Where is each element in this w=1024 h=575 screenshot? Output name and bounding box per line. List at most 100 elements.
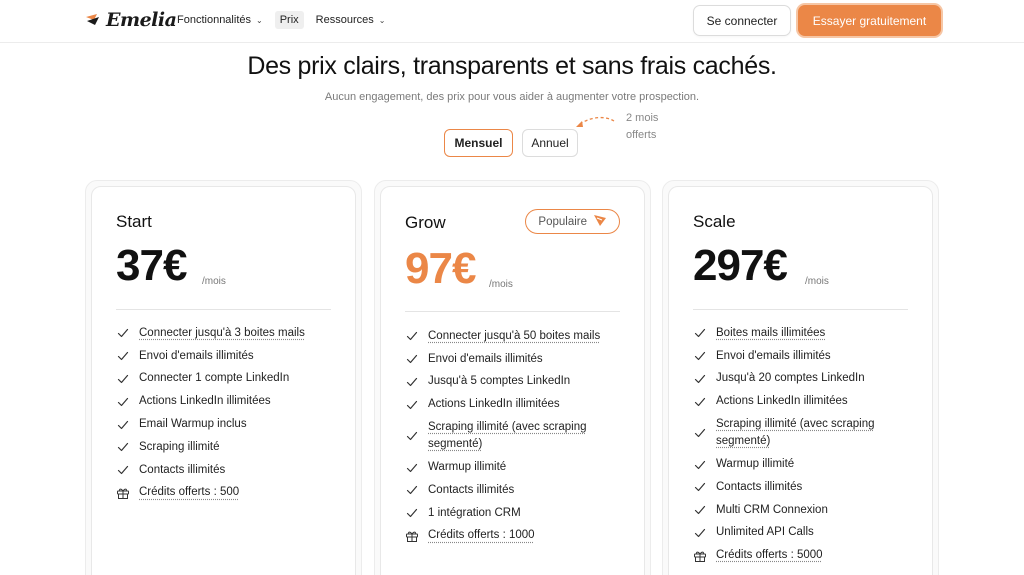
feature-text: Actions LinkedIn illimitées <box>428 396 560 413</box>
feature-item: Actions LinkedIn illimitées <box>405 393 624 416</box>
feature-item: Actions LinkedIn illimitées <box>693 390 912 413</box>
check-icon <box>693 326 707 340</box>
plan-period: /mois <box>489 279 513 290</box>
feature-text: Unlimited API Calls <box>716 524 814 541</box>
feature-item: Actions LinkedIn illimitées <box>116 390 335 413</box>
nav-link-label: Ressources <box>316 14 374 26</box>
feature-text: 1 intégration CRM <box>428 505 521 522</box>
feature-item: Crédits offerts : 5000 <box>693 544 912 567</box>
popular-badge-label: Populaire <box>538 216 587 228</box>
plan-card-inner: Start 37€ /mois Connecter jusqu'à 3 boites … <box>91 186 356 575</box>
page-subtitle: Aucun engagement, des prix pour vous aid… <box>0 91 1024 103</box>
chevron-down-icon: ⌄ <box>256 16 263 25</box>
feature-item: Email Warmup inclus <box>116 413 335 436</box>
feature-text: Warmup illimité <box>716 456 794 473</box>
feature-text: Scraping illimité <box>139 439 220 456</box>
feature-text: Contacts illimités <box>139 462 225 479</box>
feature-text[interactable]: Crédits offerts : 500 <box>139 484 239 501</box>
feature-item: Connecter 1 compte LinkedIn <box>116 368 335 391</box>
card-divider <box>116 309 331 310</box>
feature-item: Connecter jusqu'à 3 boites mails <box>116 322 335 345</box>
login-button[interactable]: Se connecter <box>693 5 791 36</box>
chevron-down-icon: ⌄ <box>379 16 386 25</box>
plan-price: 97€ <box>405 244 475 294</box>
feature-item: Jusqu'à 5 comptes LinkedIn <box>405 371 624 394</box>
feature-text: Jusqu'à 5 comptes LinkedIn <box>428 373 570 390</box>
feature-item: Boites mails illimitées <box>693 322 912 345</box>
nav-link-prix[interactable]: Prix <box>275 11 304 29</box>
check-icon <box>693 372 707 386</box>
plan-card-inner: Scale 297€ /mois Boites mails illimitées Env… <box>668 186 933 575</box>
feature-text: Envoi d'emails illimités <box>428 351 543 368</box>
feature-text: Contacts illimités <box>716 479 802 496</box>
plan-name: Start <box>116 212 152 232</box>
check-icon <box>405 398 419 412</box>
check-icon <box>405 329 419 343</box>
plan-card-grow: Grow Populaire 97€ /mois Connecter jusqu'à 5… <box>374 180 651 575</box>
nav-links: Fonctionnalités ⌄ Prix Ressources ⌄ <box>175 11 387 29</box>
paper-plane-icon <box>593 213 607 230</box>
plan-period: /mois <box>805 276 829 287</box>
feature-text[interactable]: Crédits offerts : 5000 <box>716 547 823 564</box>
feature-text: Actions LinkedIn illimitées <box>716 393 848 410</box>
try-free-button[interactable]: Essayer gratuitement <box>798 5 941 36</box>
feature-item: Scraping illimité (avec scraping segment… <box>405 416 624 456</box>
gift-icon <box>693 549 707 563</box>
feature-text: Warmup illimité <box>428 459 506 476</box>
feature-item: 1 intégration CRM <box>405 502 624 525</box>
feature-text: Actions LinkedIn illimitées <box>139 393 271 410</box>
feature-text: Envoi d'emails illimités <box>139 348 254 365</box>
check-icon <box>116 326 130 340</box>
feature-item: Connecter jusqu'à 50 boites mails <box>405 325 624 348</box>
feature-item: Contacts illimités <box>116 459 335 482</box>
check-icon <box>116 395 130 409</box>
logo[interactable]: Emelia <box>85 6 176 34</box>
check-icon <box>116 372 130 386</box>
check-icon <box>405 483 419 497</box>
plan-card-inner: Grow Populaire 97€ /mois Connecter jusqu'à 5… <box>380 186 645 575</box>
plan-name: Grow <box>405 213 446 233</box>
feature-text[interactable]: Connecter jusqu'à 50 boites mails <box>428 328 600 345</box>
nav-link-label: Fonctionnalités <box>177 14 251 26</box>
offer-note: 2 mois offerts <box>626 110 676 144</box>
feature-text: Email Warmup inclus <box>139 416 247 433</box>
check-icon <box>116 463 130 477</box>
check-icon <box>693 395 707 409</box>
nav-link-label: Prix <box>280 14 299 26</box>
feature-text[interactable]: Crédits offerts : 1000 <box>428 527 535 544</box>
feature-item: Contacts illimités <box>693 476 912 499</box>
feature-item: Unlimited API Calls <box>693 522 912 545</box>
feature-text: Contacts illimités <box>428 482 514 499</box>
plan-price: 37€ <box>116 241 186 291</box>
feature-text: Connecter 1 compte LinkedIn <box>139 370 289 387</box>
check-icon <box>693 480 707 494</box>
feature-text[interactable]: Connecter jusqu'à 3 boites mails <box>139 325 305 342</box>
feature-text[interactable]: Boites mails illimitées <box>716 325 825 342</box>
feature-item: Scraping illimité (avec scraping segment… <box>693 413 912 453</box>
offer-note-line1: 2 mois <box>626 110 676 127</box>
feature-item: Warmup illimité <box>405 456 624 479</box>
popular-badge: Populaire <box>525 209 620 234</box>
billing-toggle-monthly[interactable]: Mensuel <box>444 129 513 157</box>
check-icon <box>405 352 419 366</box>
logo-icon <box>85 11 103 29</box>
offer-note-line2: offerts <box>626 127 676 144</box>
feature-text[interactable]: Scraping illimité (avec scraping segment… <box>428 419 613 453</box>
feature-item: Crédits offerts : 500 <box>116 482 335 505</box>
feature-item: Warmup illimité <box>693 453 912 476</box>
feature-text: Envoi d'emails illimités <box>716 348 831 365</box>
nav-link-fonctionnalites[interactable]: Fonctionnalités ⌄ <box>175 11 265 29</box>
feature-text[interactable]: Scraping illimité (avec scraping segment… <box>716 416 901 450</box>
check-icon <box>693 458 707 472</box>
check-icon <box>116 418 130 432</box>
card-divider <box>693 309 908 310</box>
feature-list: Boites mails illimitées Envoi d'emails il… <box>693 322 912 567</box>
plan-name: Scale <box>693 212 736 232</box>
check-icon <box>405 461 419 475</box>
plan-period: /mois <box>202 276 226 287</box>
check-icon <box>693 526 707 540</box>
feature-item: Envoi d'emails illimités <box>116 345 335 368</box>
page-title: Des prix clairs, transparents et sans fr… <box>0 52 1024 81</box>
plan-card-start: Start 37€ /mois Connecter jusqu'à 3 boites … <box>85 180 362 575</box>
nav-link-ressources[interactable]: Ressources ⌄ <box>314 11 388 29</box>
